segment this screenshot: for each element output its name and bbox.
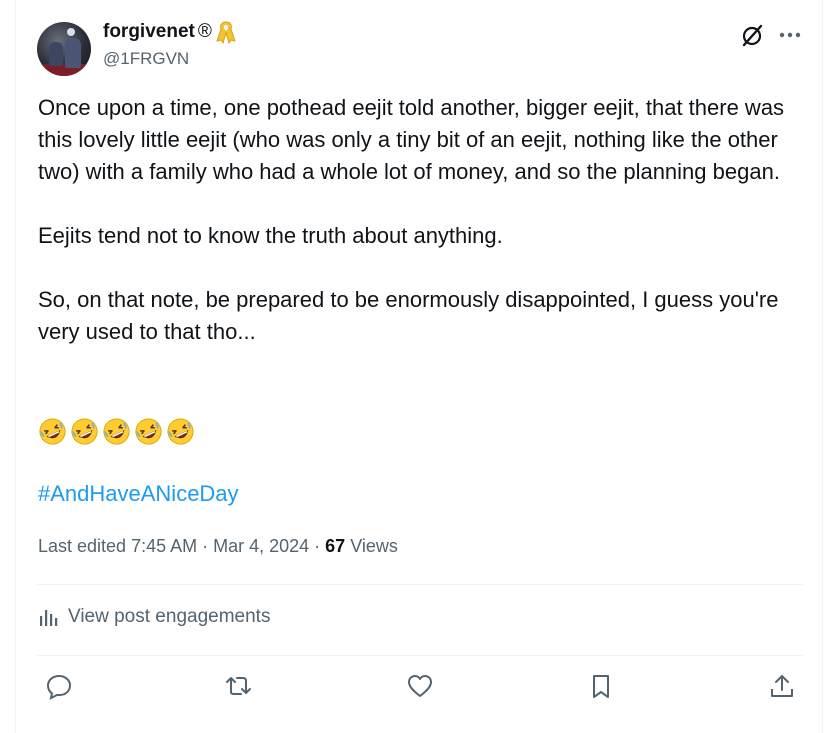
repost-button[interactable]: [224, 671, 254, 701]
repost-icon: [226, 677, 251, 695]
rolling-laughing-emoji-icon: [71, 418, 98, 445]
rolling-laughing-emoji-icon: [103, 418, 130, 445]
rolling-laughing-emoji-icon: [39, 418, 66, 445]
author-handle[interactable]: @1FRGVN: [103, 49, 189, 69]
post-text: Once upon a time, one pothead eejit told…: [38, 92, 808, 348]
view-engagements-link[interactable]: View post engagements: [38, 606, 270, 628]
rolling-laughing-emoji-icon: [135, 418, 162, 445]
views-label: Views: [345, 536, 398, 556]
analytics-icon: [38, 606, 60, 628]
views-count: 67: [325, 536, 346, 556]
emoji-row: [37, 416, 196, 447]
post-paragraph: So, on that note, be prepared to be enor…: [38, 287, 779, 344]
post-paragraph: Eejits tend not to know the truth about …: [38, 223, 503, 248]
post-meta: Last edited 7:45 AM · Mar 4, 2024 · 67 V…: [38, 536, 398, 557]
avatar[interactable]: [37, 22, 91, 76]
author-name-row[interactable]: forgivenet ®: [103, 20, 237, 44]
share-button[interactable]: [767, 671, 797, 701]
post-paragraph: Once upon a time, one pothead eejit told…: [38, 95, 785, 184]
reply-icon: [46, 674, 72, 700]
divider: [37, 655, 803, 656]
hashtag-link[interactable]: #AndHaveANiceDay: [38, 481, 239, 507]
divider: [37, 584, 803, 585]
view-engagements-label: View post engagements: [68, 606, 271, 627]
edited-timestamp[interactable]: Last edited 7:45 AM · Mar 4, 2024 ·: [38, 536, 325, 556]
yellow-ribbon-icon: [215, 20, 237, 44]
share-icon: [771, 675, 793, 697]
author-display-name[interactable]: forgivenet: [103, 21, 195, 43]
rolling-laughing-emoji-icon: [167, 418, 194, 445]
bookmark-button[interactable]: [586, 671, 616, 701]
like-button[interactable]: [405, 671, 435, 701]
bookmark-icon: [593, 675, 609, 698]
like-icon: [408, 675, 432, 697]
grok-icon[interactable]: [740, 22, 766, 48]
more-dots-icon[interactable]: [777, 22, 803, 48]
registered-mark: ®: [197, 21, 212, 42]
reply-button[interactable]: [44, 671, 74, 701]
